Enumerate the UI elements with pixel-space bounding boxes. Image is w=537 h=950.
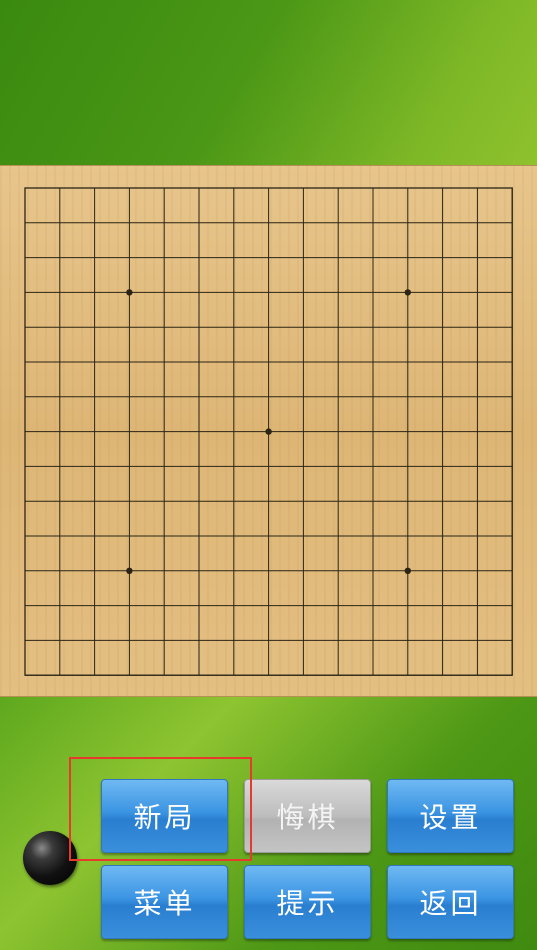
selection-highlight	[69, 757, 252, 861]
star-point	[265, 428, 272, 435]
menu-button[interactable]: 菜单	[101, 865, 228, 939]
settings-button[interactable]: 设置	[387, 779, 514, 853]
go-board[interactable]	[0, 165, 537, 697]
hint-button[interactable]: 提示	[244, 865, 371, 939]
star-point	[126, 289, 133, 296]
star-point	[126, 567, 133, 574]
star-point	[404, 567, 411, 574]
top-background	[0, 0, 537, 165]
star-point	[404, 289, 411, 296]
undo-button[interactable]: 悔棋	[244, 779, 371, 853]
back-button[interactable]: 返回	[387, 865, 514, 939]
board-grid[interactable]	[0, 165, 537, 697]
